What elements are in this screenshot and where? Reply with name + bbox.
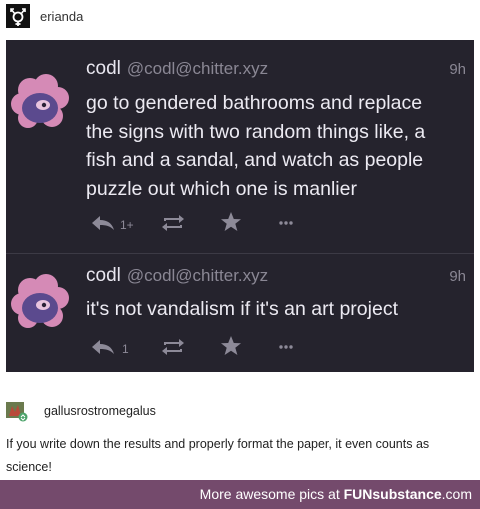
more-button[interactable]: [279, 344, 293, 350]
post-text: go to gendered bathrooms and replace the…: [86, 89, 466, 203]
post-divider: [6, 253, 474, 254]
ellipsis-icon: [279, 221, 293, 225]
author-handle[interactable]: @codl@chitter.xyz: [127, 266, 268, 285]
boost-button[interactable]: [160, 338, 186, 356]
reply-count: 1: [122, 342, 129, 356]
post-text: it's not vandalism if it's an art projec…: [86, 295, 466, 324]
reply-icon: [92, 340, 114, 354]
post-author-line: codl @codl@chitter.xyz: [86, 265, 268, 287]
post-author-line: codl @codl@chitter.xyz: [86, 58, 268, 80]
author-display-name[interactable]: codl: [86, 58, 121, 79]
reply-icon: [92, 216, 114, 230]
star-icon: [221, 212, 241, 231]
reblogger-avatar[interactable]: [6, 402, 28, 422]
watermark-footer: More awesome pics at FUNsubstance.com: [0, 480, 480, 509]
footer-suffix: .com: [441, 486, 472, 502]
reblogger-username[interactable]: gallusrostromegalus: [44, 404, 156, 418]
post-text-line: the signs with two random things like, a: [86, 120, 426, 143]
footer-brand[interactable]: FUNsubstance: [344, 486, 442, 502]
post-timestamp[interactable]: 9h: [449, 268, 466, 285]
favourite-button[interactable]: [220, 335, 242, 357]
favourite-button[interactable]: [220, 211, 242, 233]
transgender-symbol-icon: [10, 8, 26, 26]
boost-icon: [162, 215, 184, 231]
reply-button[interactable]: [90, 338, 116, 356]
ellipsis-icon: [279, 345, 293, 349]
post-text-line: it's not vandalism if it's an art projec…: [86, 298, 398, 320]
boost-icon: [162, 339, 184, 355]
post-avatar[interactable]: [8, 72, 72, 136]
reply-count: 1+: [120, 218, 134, 232]
post-text-line: fish and a sandal, and watch as people: [86, 149, 424, 171]
boost-button[interactable]: [160, 214, 186, 232]
post-avatar[interactable]: [8, 272, 72, 336]
reblog-text: If you write down the results and proper…: [6, 437, 430, 474]
post-text-line: go to gendered bathrooms and replace: [86, 92, 423, 114]
footer-text: More awesome pics at FUNsubstance.com: [200, 486, 472, 502]
author-handle[interactable]: @codl@chitter.xyz: [127, 59, 268, 78]
post-timestamp[interactable]: 9h: [449, 61, 466, 78]
star-icon: [221, 336, 241, 355]
author-display-name[interactable]: codl: [86, 265, 121, 286]
reply-button[interactable]: [90, 214, 116, 232]
footer-prefix: More awesome pics at: [199, 486, 340, 502]
blog-username[interactable]: erianda: [40, 9, 83, 24]
blog-avatar[interactable]: [6, 4, 30, 28]
more-button[interactable]: [279, 220, 293, 226]
post-text-line: puzzle out which one is manlier: [86, 177, 357, 200]
